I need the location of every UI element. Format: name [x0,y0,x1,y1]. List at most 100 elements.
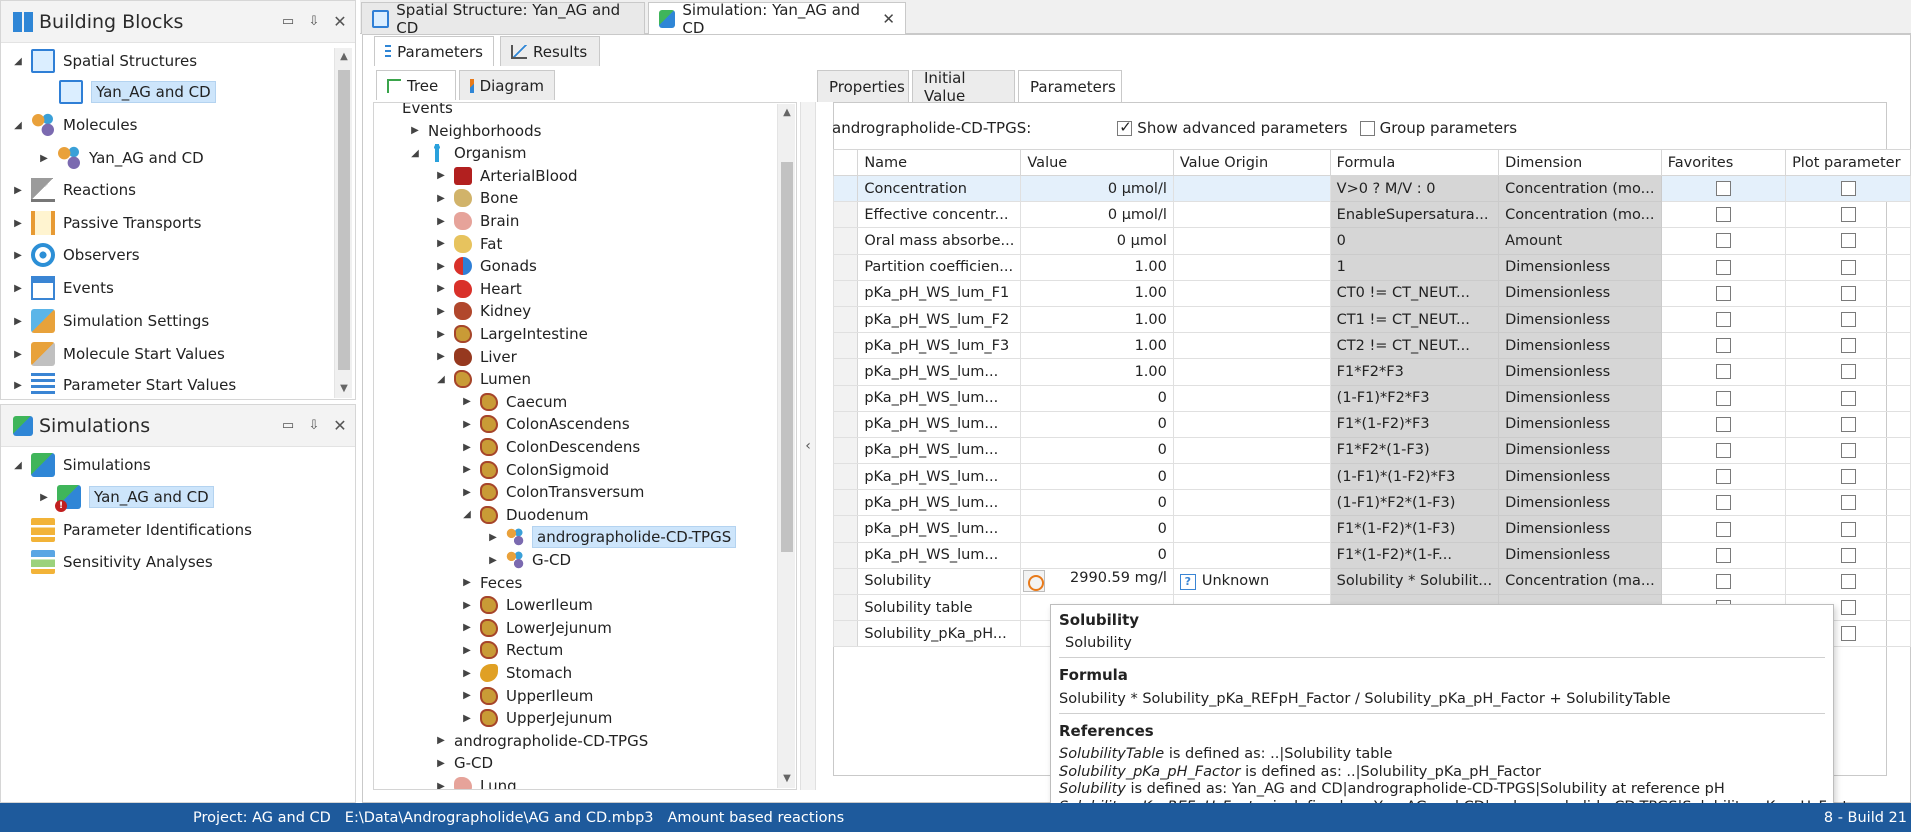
row-header[interactable] [832,620,859,648]
plot-parameter-checkbox[interactable] [1840,181,1856,197]
panel-splitter[interactable]: ‹ [800,102,816,790]
cell-value-origin[interactable] [1172,358,1331,386]
cell-plot-parameter[interactable] [1785,227,1911,255]
favorite-checkbox[interactable] [1715,521,1731,537]
table-row[interactable]: Effective concentr... 0 µmol/l EnableSuper… [832,201,1911,229]
cell-value[interactable]: 0 [1020,489,1174,517]
favorite-checkbox[interactable] [1715,469,1731,485]
favorite-checkbox[interactable] [1715,573,1731,589]
scroll-up-icon[interactable]: ▲ [335,48,353,66]
tree-item-simulations[interactable]: ◢ Simulations [11,451,151,479]
tree-item-g-cd[interactable]: ▶ G-CD [434,752,493,774]
table-row[interactable]: pKa_pH_WS_lum_F3 1.00 CT2 != CT_NEUT... Dim… [832,332,1911,360]
cell-value[interactable]: 0 [1020,541,1174,569]
collapse-arrow-icon[interactable]: ◢ [408,148,422,159]
cell-value[interactable]: 0 [1020,436,1174,465]
collapse-left-icon[interactable]: ‹ [805,438,811,454]
expand-arrow-icon[interactable]: ▶ [460,487,474,498]
show-advanced-checkbox[interactable] [1117,118,1133,136]
table-row[interactable]: pKa_pH_WS_lum_F1 1.00 CT0 != CT_NEUT... Dim… [832,279,1911,307]
tree-item-reactions[interactable]: ▶ Reactions [11,176,136,204]
close-tab-icon[interactable]: ✕ [882,10,895,28]
column-header-favorites[interactable]: Favorites [1660,149,1787,176]
tree-item-upperjejunum[interactable]: ▶ UpperJejunum [460,707,612,729]
plot-parameter-checkbox[interactable] [1840,442,1856,458]
tree-item-colonascendens[interactable]: ▶ ColonAscendens [460,413,630,435]
row-header[interactable] [832,279,859,307]
tab-spatial-structure[interactable]: Spatial Structure: Yan_AG and CD [361,1,645,37]
cell-favorites[interactable] [1660,489,1787,517]
table-row[interactable]: pKa_pH_WS_lum... 0 (1-F1)*(1-F2)*F3 Dimensi… [832,463,1911,491]
cell-plot-parameter[interactable] [1785,489,1911,517]
cell-plot-parameter[interactable] [1785,332,1911,360]
pin-icon[interactable]: ⇩ [303,11,325,33]
cell-plot-parameter[interactable] [1785,384,1911,412]
row-header[interactable] [832,515,859,543]
cell-name[interactable]: pKa_pH_WS_lum... [857,515,1022,543]
plot-parameter-checkbox[interactable] [1840,364,1856,380]
cell-name[interactable]: pKa_pH_WS_lum... [857,541,1022,569]
cell-name[interactable]: pKa_pH_WS_lum... [857,463,1022,491]
expand-arrow-icon[interactable]: ▶ [11,283,25,294]
tree-item-andrographolide-cd-tpgs[interactable]: ▶ andrographolide-CD-TPGS [434,730,648,752]
column-header-dimension[interactable]: Dimension [1498,149,1662,176]
tree-item-stomach[interactable]: ▶ Stomach [460,662,572,684]
tree-item-events[interactable]: ▶ Events [11,274,114,302]
tree-item-colontransversum[interactable]: ▶ ColonTransversum [460,481,644,503]
cell-value[interactable]: 2990.59 mg/l [1020,567,1174,596]
tree-item-organism[interactable]: ◢ Organism [408,142,527,164]
cell-favorites[interactable] [1660,253,1787,281]
tree-item-molecules[interactable]: ◢ Molecules [11,111,137,139]
collapse-arrow-icon[interactable]: ◢ [11,120,25,131]
expand-arrow-icon[interactable]: ▶ [11,218,25,229]
row-header[interactable] [832,358,859,386]
cell-value[interactable]: 1.00 [1020,279,1174,307]
expand-arrow-icon[interactable]: ▶ [434,329,448,340]
table-row[interactable]: Concentration 0 µmol/l V>0 ? M/V : 0 Concen… [832,174,1911,203]
cell-value-origin[interactable] [1172,463,1331,491]
expand-arrow-icon[interactable]: ▶ [460,442,474,453]
row-header[interactable] [832,489,859,517]
tree-item-fat[interactable]: ▶ Fat [434,233,502,255]
favorite-checkbox[interactable] [1715,181,1731,197]
tree-item-andrographolide-cd-tpgs[interactable]: ▶ andrographolide-CD-TPGS [486,526,737,549]
table-row[interactable]: pKa_pH_WS_lum... 0 (1-F1)*F2*(1-F3) Dimensi… [832,489,1911,517]
cell-plot-parameter[interactable] [1785,463,1911,491]
cell-value[interactable]: 1.00 [1020,332,1174,360]
plot-parameter-checkbox[interactable] [1840,521,1856,537]
plot-parameter-checkbox[interactable] [1840,259,1856,275]
expand-arrow-icon[interactable]: ▶ [37,153,51,164]
favorite-checkbox[interactable] [1715,233,1731,249]
tree-item-passive-transports[interactable]: ▶ Passive Transports [11,209,201,237]
row-header[interactable] [832,567,859,596]
table-row[interactable]: Oral mass absorbe... 0 µmol 0 Amount [832,227,1911,255]
cell-value-origin[interactable] [1172,279,1331,307]
tree-item-spatial-structure-yan[interactable]: Yan_AG and CD [59,78,216,106]
scroll-up-icon[interactable]: ▲ [778,104,796,122]
tree-item-colondescendens[interactable]: ▶ ColonDescendens [460,436,640,458]
cell-name[interactable]: Solubility table [857,593,1022,622]
table-row[interactable]: pKa_pH_WS_lum... 0 F1*F2*(1-F3) Dimensionle… [832,436,1911,465]
plot-parameter-checkbox[interactable] [1840,573,1856,589]
plot-parameter-checkbox[interactable] [1840,547,1856,563]
row-header[interactable] [832,305,859,334]
expand-arrow-icon[interactable]: ▶ [434,781,448,790]
cell-name[interactable]: Oral mass absorbe... [857,227,1022,255]
cell-favorites[interactable] [1660,384,1787,412]
tree-item-feces[interactable]: ▶ Feces [460,572,522,594]
cell-name[interactable]: pKa_pH_WS_lum... [857,410,1022,438]
cell-favorites[interactable] [1660,358,1787,386]
tree-item-caecum[interactable]: ▶ Caecum [460,391,567,413]
tree-item-rectum[interactable]: ▶ Rectum [460,639,563,661]
cell-favorites[interactable] [1660,541,1787,569]
table-row[interactable]: pKa_pH_WS_lum... 0 (1-F1)*F2*F3 Dimensionle… [832,384,1911,412]
favorite-checkbox[interactable] [1715,285,1731,301]
row-header[interactable] [832,463,859,491]
cell-favorites[interactable] [1660,279,1787,307]
tree-item-lumen[interactable]: ◢ Lumen [434,368,531,390]
table-row[interactable]: pKa_pH_WS_lum... 0 F1*(1-F2)*(1-F... Dimens… [832,541,1911,569]
cell-value-origin[interactable] [1172,384,1331,412]
cell-value[interactable]: 0 µmol/l [1020,174,1174,203]
expand-arrow-icon[interactable]: ▶ [460,600,474,611]
cell-favorites[interactable] [1660,436,1787,465]
